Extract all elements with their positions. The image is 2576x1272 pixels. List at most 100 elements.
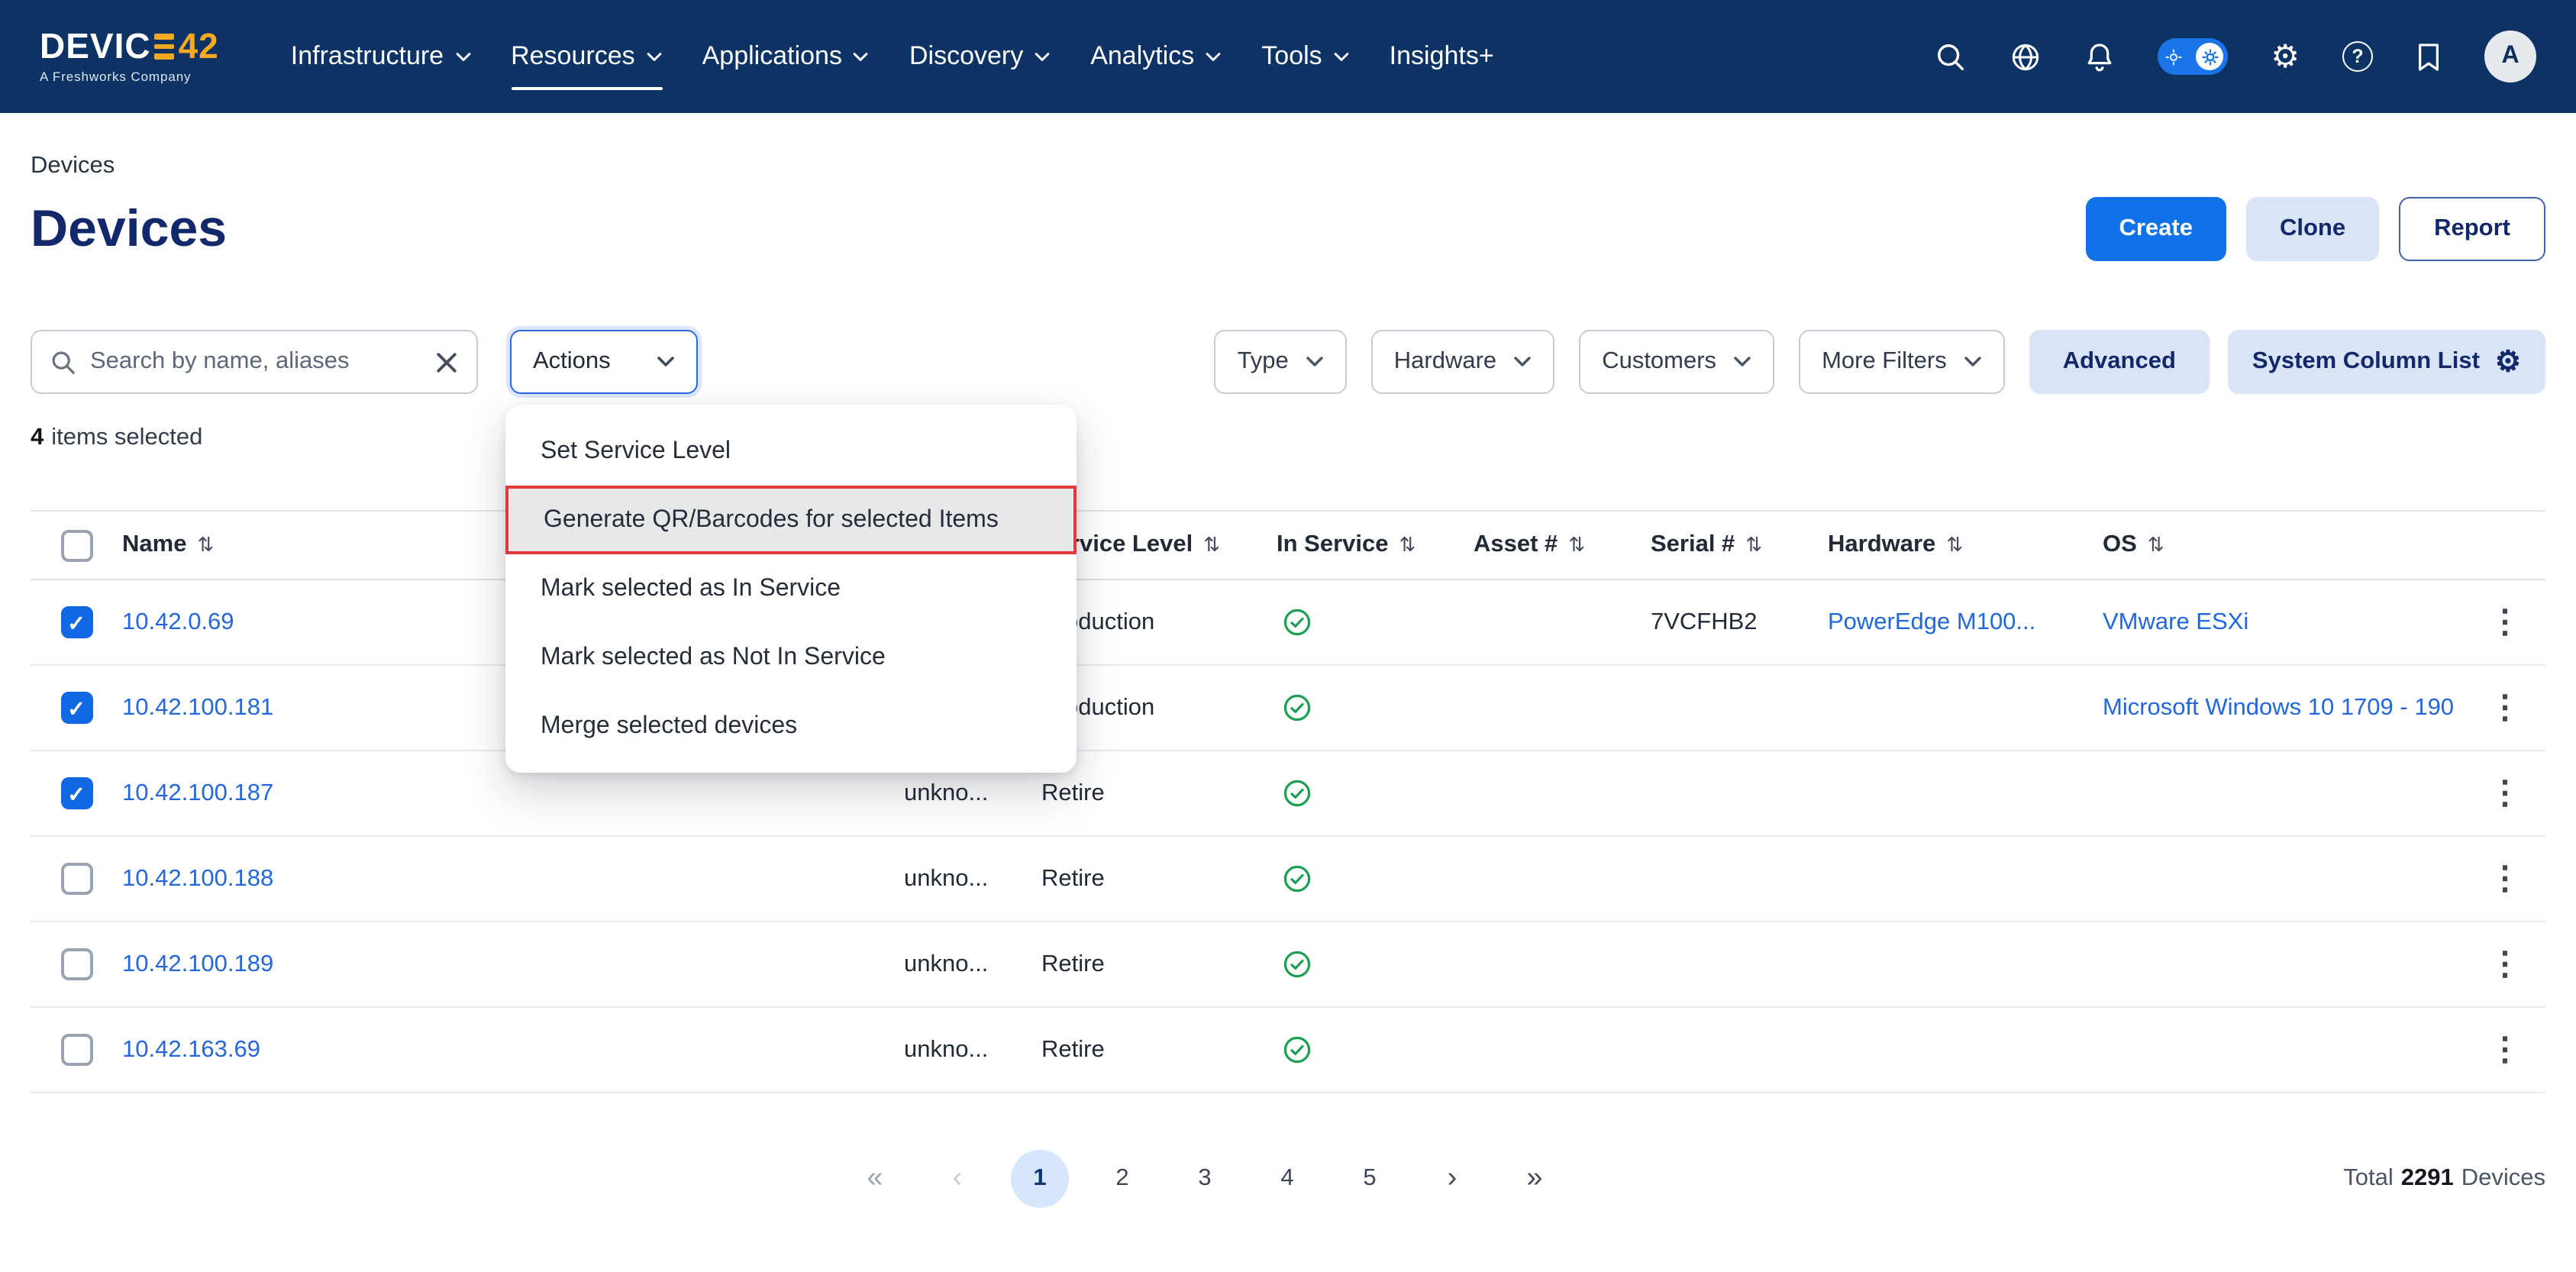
- device42-logo[interactable]: DEVIC 42 A Freshworks Company: [40, 29, 219, 84]
- nav-item-infrastructure[interactable]: Infrastructure: [271, 0, 491, 113]
- row-checkbox[interactable]: [60, 692, 92, 724]
- os-link[interactable]: VMware ESXi: [2103, 609, 2248, 634]
- service-level-cell: Retire: [1041, 1036, 1277, 1064]
- menu-item-mark-not-in-service[interactable]: Mark selected as Not In Service: [505, 623, 1077, 692]
- page-number[interactable]: 2: [1093, 1150, 1151, 1208]
- nav-item-resources[interactable]: Resources: [491, 0, 683, 113]
- chevron-down-icon: [1306, 356, 1324, 368]
- filter-type[interactable]: Type: [1215, 330, 1347, 394]
- chevron-down-icon: [1964, 356, 1982, 368]
- type-cell: unkno...: [904, 951, 1041, 978]
- nav-item-insights-plus[interactable]: Insights+: [1370, 0, 1514, 113]
- bookmark-icon[interactable]: [2416, 40, 2442, 73]
- filter-more-filters[interactable]: More Filters: [1799, 330, 2005, 394]
- row-menu-kebab-icon[interactable]: ⋮: [2489, 863, 2521, 895]
- filter-hardware[interactable]: Hardware: [1371, 330, 1554, 394]
- next-page-icon[interactable]: ›: [1423, 1150, 1481, 1208]
- select-all-checkbox[interactable]: [60, 529, 92, 561]
- in-service-check-icon: [1283, 1035, 1312, 1064]
- search-icon[interactable]: [1935, 40, 1967, 73]
- device-name-link[interactable]: 10.42.100.188: [122, 865, 273, 891]
- nav-item-analytics[interactable]: Analytics: [1070, 0, 1241, 113]
- logo-e-icon: [155, 34, 175, 60]
- in-service-check-icon: [1283, 950, 1312, 979]
- user-avatar[interactable]: A: [2484, 31, 2536, 82]
- sort-icon: ⇅: [1946, 533, 1963, 557]
- chevron-down-icon: [1513, 356, 1532, 368]
- row-menu-kebab-icon[interactable]: ⋮: [2489, 777, 2521, 809]
- page-number[interactable]: 1: [1011, 1150, 1069, 1208]
- pagination-row: « ‹ 1 2 3 4 5 › » Total 2291 Devices: [31, 1145, 2545, 1212]
- os-link[interactable]: Microsoft Windows 10 1709 - 190: [2103, 694, 2454, 720]
- column-header-hardware[interactable]: Hardware⇅: [1828, 531, 2103, 559]
- main-content: Devices Devices Create Clone Report Acti…: [0, 113, 2576, 1212]
- column-header-in-service[interactable]: In Service⇅: [1277, 531, 1474, 559]
- menu-item-generate-qr-barcodes[interactable]: Generate QR/Barcodes for selected Items: [505, 486, 1077, 554]
- column-header-serial[interactable]: Serial #⇅: [1651, 531, 1828, 559]
- menu-item-merge-selected-devices[interactable]: Merge selected devices: [505, 692, 1077, 760]
- column-header-os[interactable]: OS⇅: [2103, 531, 2465, 559]
- device-name-link[interactable]: 10.42.100.189: [122, 951, 273, 977]
- service-level-cell: Production: [1041, 694, 1277, 722]
- advanced-button[interactable]: Advanced: [2029, 330, 2210, 394]
- magnifier-icon: [50, 349, 76, 375]
- filter-customers[interactable]: Customers: [1579, 330, 1774, 394]
- nav-item-applications[interactable]: Applications: [683, 0, 889, 113]
- row-checkbox[interactable]: [60, 1034, 92, 1066]
- in-service-check-icon: [1283, 864, 1312, 893]
- notifications-bell-icon[interactable]: [2084, 40, 2115, 73]
- create-button[interactable]: Create: [2085, 197, 2226, 261]
- row-checkbox[interactable]: [60, 606, 92, 638]
- row-menu-kebab-icon[interactable]: ⋮: [2489, 692, 2521, 724]
- system-column-list-button[interactable]: System Column List ⚙: [2228, 330, 2545, 394]
- clear-search-icon[interactable]: [435, 350, 458, 373]
- nav-item-tools[interactable]: Tools: [1241, 0, 1369, 113]
- title-buttons: Create Clone Report: [2085, 197, 2545, 261]
- chevron-down-icon: [1205, 51, 1222, 62]
- sort-icon: ⇅: [1399, 533, 1416, 557]
- device42-app: DEVIC 42 A Freshworks Company Infrastruc…: [0, 0, 2576, 1272]
- page-number[interactable]: 3: [1176, 1150, 1234, 1208]
- column-header-asset[interactable]: Asset #⇅: [1474, 531, 1651, 559]
- globe-icon[interactable]: [2009, 40, 2042, 73]
- service-level-cell: Retire: [1041, 951, 1277, 978]
- nav-item-discovery[interactable]: Discovery: [889, 0, 1070, 113]
- hardware-link[interactable]: PowerEdge M100...: [1828, 609, 2035, 634]
- prev-page-icon[interactable]: ‹: [928, 1150, 986, 1208]
- theme-toggle[interactable]: [2158, 38, 2228, 75]
- clone-button[interactable]: Clone: [2246, 197, 2379, 261]
- actions-dropdown-button[interactable]: Actions: [510, 330, 698, 394]
- row-checkbox[interactable]: [60, 777, 92, 809]
- last-page-icon[interactable]: »: [1506, 1150, 1564, 1208]
- report-button[interactable]: Report: [2399, 197, 2545, 261]
- settings-gear-icon[interactable]: ⚙: [2271, 40, 2300, 73]
- device-name-link[interactable]: 10.42.100.187: [122, 780, 273, 805]
- page-number[interactable]: 4: [1258, 1150, 1316, 1208]
- menu-item-mark-in-service[interactable]: Mark selected as In Service: [505, 554, 1077, 623]
- first-page-icon[interactable]: «: [846, 1150, 904, 1208]
- device-name-link[interactable]: 10.42.100.181: [122, 694, 273, 720]
- service-level-cell: Retire: [1041, 780, 1277, 807]
- serial-cell: 7VCFHB2: [1651, 609, 1828, 636]
- device-name-link[interactable]: 10.42.163.69: [122, 1036, 260, 1062]
- chevron-down-icon: [454, 51, 471, 62]
- devices-table: Name⇅ Service Level⇅ In Service⇅ Asset #…: [31, 510, 2545, 1093]
- breadcrumb[interactable]: Devices: [31, 113, 115, 180]
- page-number[interactable]: 5: [1341, 1150, 1399, 1208]
- column-header-service-level[interactable]: Service Level⇅: [1041, 531, 1277, 559]
- row-checkbox[interactable]: [60, 863, 92, 895]
- row-menu-kebab-icon[interactable]: ⋮: [2489, 1034, 2521, 1066]
- sort-icon: ⇅: [2148, 533, 2164, 557]
- row-checkbox[interactable]: [60, 948, 92, 980]
- row-menu-kebab-icon[interactable]: ⋮: [2489, 606, 2521, 638]
- table-row: 10.42.100.187 unkno... Retire ⋮: [31, 751, 2545, 837]
- sort-icon: ⇅: [1203, 533, 1220, 557]
- row-menu-kebab-icon[interactable]: ⋮: [2489, 948, 2521, 980]
- help-icon[interactable]: ?: [2342, 41, 2373, 72]
- menu-item-set-service-level[interactable]: Set Service Level: [505, 417, 1077, 486]
- search-input[interactable]: [90, 348, 421, 376]
- device-name-link[interactable]: 10.42.0.69: [122, 609, 234, 634]
- table-row: 10.42.0.69 Production 7VCFHB2 PowerEdge …: [31, 580, 2545, 666]
- sort-icon: ⇅: [197, 533, 214, 557]
- logo-tagline: A Freshworks Company: [40, 69, 219, 84]
